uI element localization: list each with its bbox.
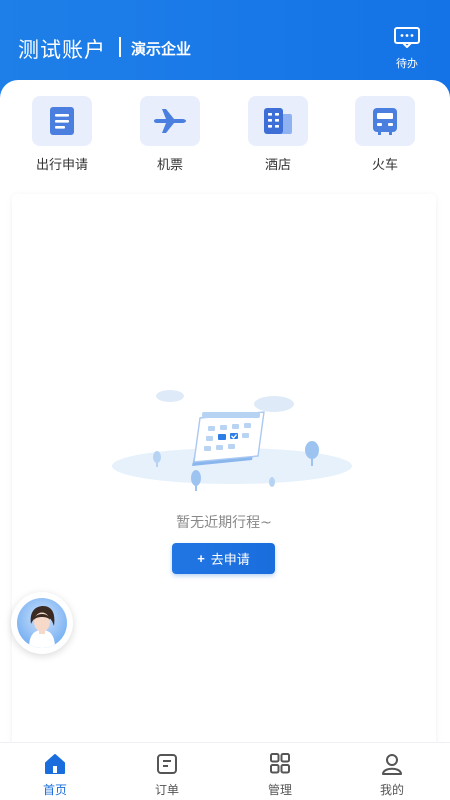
quick-action-icon-bg: [140, 96, 200, 146]
header-divider: [119, 37, 121, 57]
avatar: [17, 598, 67, 648]
quick-action-train[interactable]: 火车: [345, 96, 425, 173]
quick-action-icon-bg: [248, 96, 308, 146]
tab-orders[interactable]: 订单: [127, 753, 207, 798]
quick-action-label: 酒店: [264, 158, 291, 173]
airplane-icon: [154, 109, 186, 133]
customer-service-button[interactable]: [11, 592, 73, 654]
bottom-tab-bar: 首页 订单 管理 我的: [0, 742, 450, 800]
quick-action-label: 机票: [156, 158, 183, 173]
tab-label: 管理: [267, 783, 292, 797]
quick-action-icon-bg: [32, 96, 92, 146]
order-icon: [157, 754, 177, 774]
message-icon: [394, 27, 420, 48]
quick-action-flight[interactable]: 机票: [130, 96, 210, 173]
plus-icon: +: [197, 551, 205, 566]
apply-button-label: 去申请: [210, 552, 250, 567]
tab-label: 我的: [379, 783, 404, 797]
tab-label: 首页: [42, 783, 67, 797]
empty-trips-text: 暂无近期行程~: [176, 515, 272, 531]
quick-actions: 出行申请 机票 酒店 火车: [0, 96, 450, 176]
tab-management[interactable]: 管理: [240, 753, 320, 798]
quick-action-hotel[interactable]: 酒店: [238, 96, 318, 173]
document-icon: [50, 107, 74, 135]
account-name[interactable]: 测试账户: [18, 34, 106, 64]
tab-profile[interactable]: 我的: [352, 753, 432, 798]
quick-action-label: 出行申请: [35, 158, 88, 173]
company-name[interactable]: 演示企业: [131, 38, 191, 59]
todo-button[interactable]: 待办: [388, 26, 426, 74]
grid-icon: [270, 753, 290, 774]
quick-action-icon-bg: [355, 96, 415, 146]
trips-card: 暂无近期行程~ + 去申请: [12, 194, 436, 754]
quick-action-label: 火车: [371, 158, 398, 173]
tab-label: 订单: [154, 783, 179, 797]
quick-action-travel-request[interactable]: 出行申请: [22, 96, 102, 173]
train-icon: [373, 108, 397, 135]
user-icon: [382, 754, 402, 775]
apply-button[interactable]: + 去申请: [172, 543, 275, 574]
home-icon: [45, 754, 65, 774]
tab-home[interactable]: 首页: [15, 753, 95, 798]
empty-calendar-illustration: [112, 390, 352, 491]
hotel-building-icon: [264, 108, 292, 134]
todo-label: 待办: [396, 57, 418, 70]
